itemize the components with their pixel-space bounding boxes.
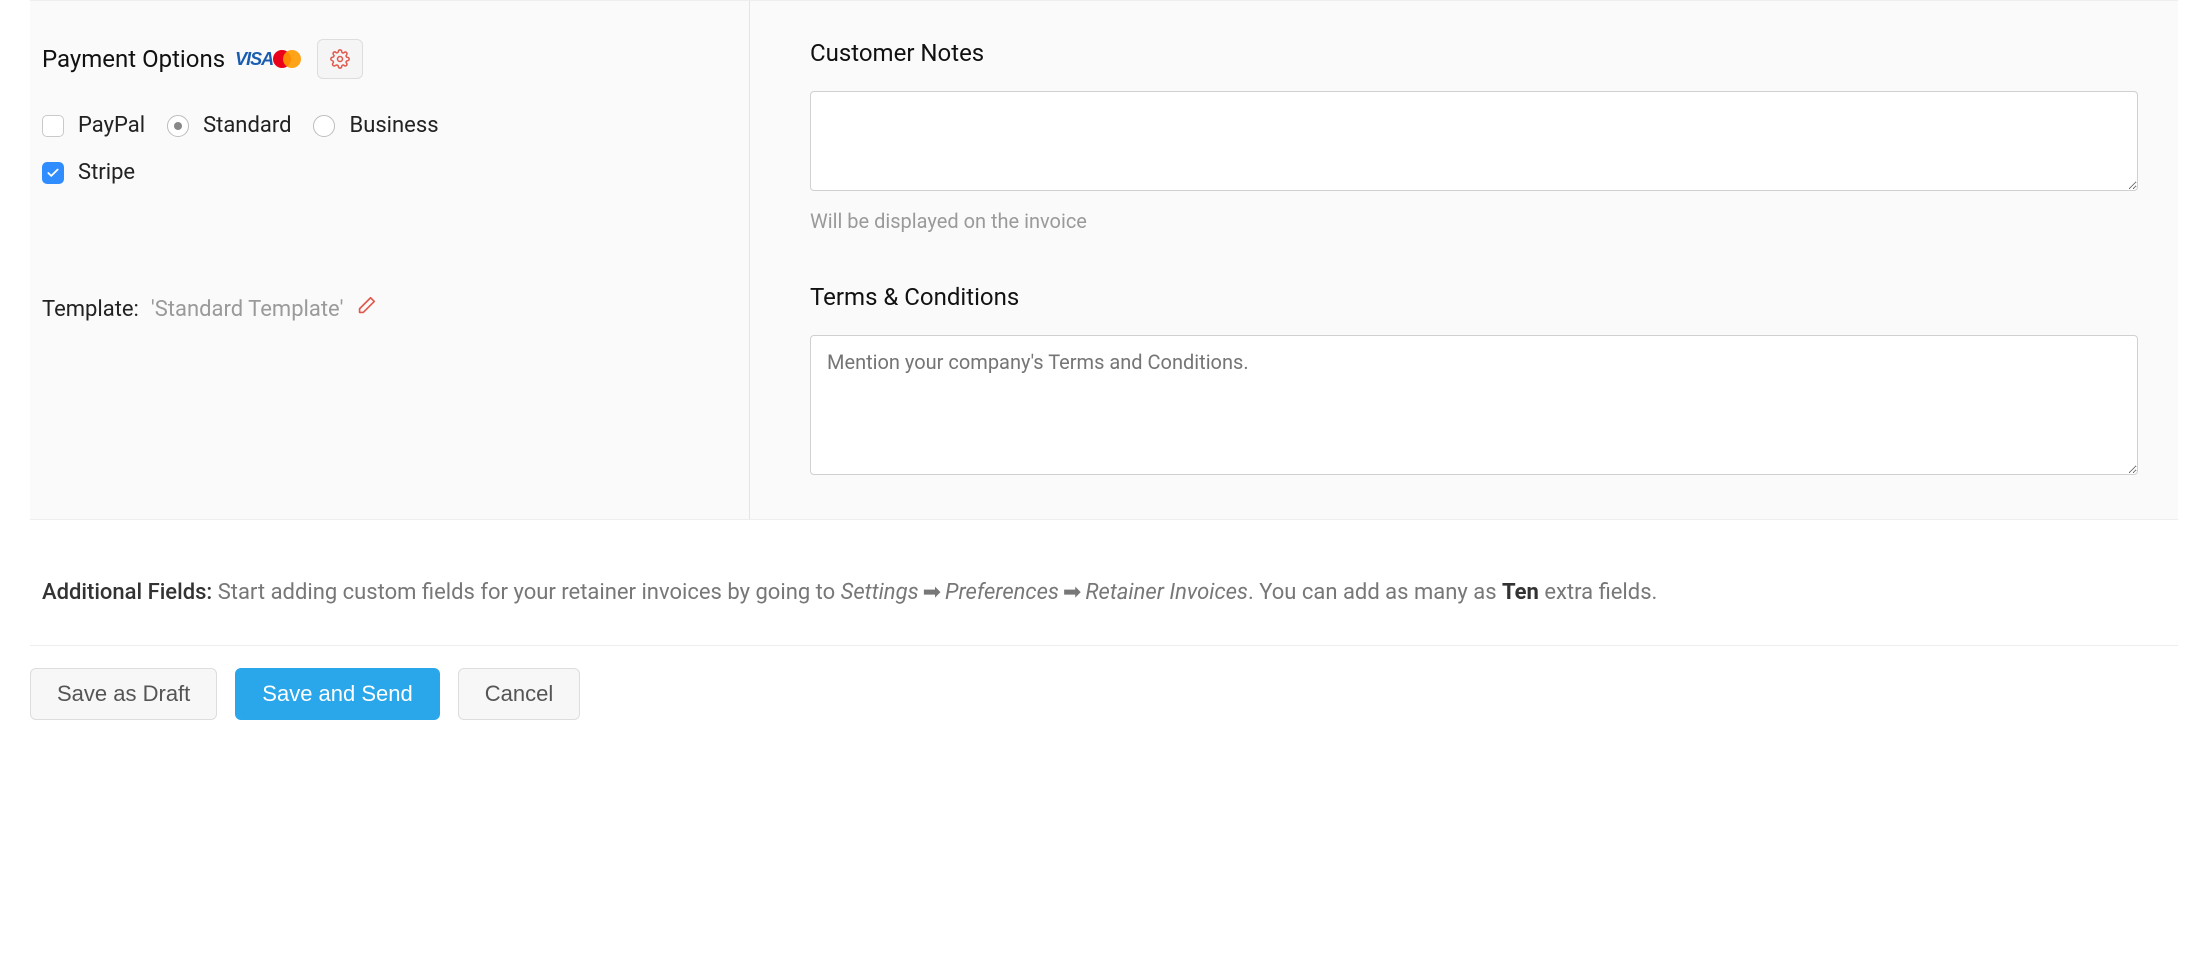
edit-template-button[interactable]: [355, 295, 377, 323]
mastercard-icon: [273, 48, 307, 70]
standard-option[interactable]: Standard: [167, 113, 291, 138]
pencil-icon: [355, 295, 377, 317]
payment-settings-button[interactable]: [317, 39, 363, 79]
additional-fields-text: . You can add as many as: [1248, 580, 1502, 605]
radio-icon: [167, 115, 189, 137]
gear-icon: [330, 49, 350, 69]
settings-path: Settings: [841, 580, 919, 605]
save-draft-button[interactable]: Save as Draft: [30, 668, 217, 720]
customer-notes-heading: Customer Notes: [810, 39, 2138, 67]
terms-heading: Terms & Conditions: [810, 283, 2138, 311]
checkbox-icon: [42, 115, 64, 137]
arrow-icon: ➡: [923, 580, 941, 605]
checkbox-icon: [42, 162, 64, 184]
additional-fields-text: Start adding custom fields for your reta…: [212, 580, 840, 605]
option-label: PayPal: [78, 113, 145, 138]
cancel-button[interactable]: Cancel: [458, 668, 580, 720]
customer-notes-textarea[interactable]: [810, 91, 2138, 191]
additional-fields-text: extra fields.: [1539, 580, 1657, 605]
additional-fields-label: Additional Fields:: [42, 580, 212, 605]
customer-notes-hint: Will be displayed on the invoice: [810, 209, 2138, 233]
save-send-button[interactable]: Save and Send: [235, 668, 439, 720]
paypal-option[interactable]: PayPal: [42, 113, 145, 138]
payment-options-heading: Payment Options: [42, 45, 225, 73]
option-label: Standard: [203, 113, 291, 138]
check-icon: [46, 166, 60, 180]
business-option[interactable]: Business: [313, 113, 438, 138]
visa-icon: VISA: [235, 49, 273, 70]
preferences-path: Preferences: [945, 580, 1059, 605]
ten-text: Ten: [1502, 580, 1539, 605]
option-label: Business: [349, 113, 438, 138]
arrow-icon: ➡: [1063, 580, 1081, 605]
option-label: Stripe: [78, 160, 135, 185]
additional-fields-info: Additional Fields: Start adding custom f…: [30, 520, 2178, 645]
retainer-path: Retainer Invoices: [1085, 580, 1248, 605]
stripe-option[interactable]: Stripe: [42, 160, 135, 185]
card-brand-icons: VISA: [235, 48, 307, 70]
radio-icon: [313, 115, 335, 137]
terms-textarea[interactable]: [810, 335, 2138, 475]
template-value: 'Standard Template': [151, 297, 344, 322]
template-label: Template:: [42, 297, 139, 322]
